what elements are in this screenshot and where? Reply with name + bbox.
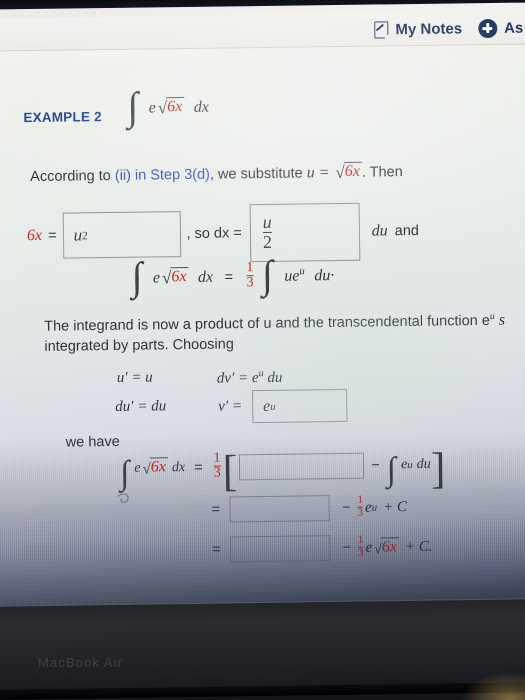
denominator: 3 [213,465,221,482]
square-root: √6x [372,536,400,557]
numerator: u [262,212,272,233]
answer-box-result-3[interactable] [230,535,331,563]
fraction-one-third: 1 3 [211,450,222,482]
ask-your-teacher-button[interactable]: As [477,18,524,38]
example-label: EXAMPLE 2 [23,109,102,126]
radicand: 6x [170,266,189,287]
e-exponent: u [407,458,413,471]
v-prime-label: v′ = [218,398,243,415]
equals-sign: = [224,269,234,286]
explanation-line-1: The integrand is now a product of u and … [44,311,505,336]
answer-box-v-prime[interactable]: eu [251,388,348,424]
my-notes-label: My Notes [395,19,463,38]
note-document-icon [374,20,389,39]
result-line-3: = − 1 3 e √6x + C. [212,534,433,563]
handwriting-mark-icon [117,493,129,504]
fraction-one-third: 1 3 [356,534,366,559]
square-root: √6x [156,97,185,117]
explanation-text: The integrand is now a product of u and … [44,312,491,335]
box-value [240,453,363,479]
we-have-label: we have [65,433,120,451]
plus-c: + C. [404,538,433,555]
numerator: 1 [357,494,363,507]
fraction-u-over-2: u 2 [261,212,274,252]
answer-box-result-2[interactable] [229,495,331,523]
minus-sign: − [341,499,351,517]
equals-sign: = [212,541,221,558]
integral-sign: ∫ [127,83,139,129]
integrand: ue [284,267,300,285]
page-toolbar: My Notes As [0,11,525,52]
box-value [231,536,329,561]
my-notes-button[interactable]: My Notes [374,19,463,39]
du-symbol: du [371,222,388,240]
webassign-page: My Notes As EXAMPLE 2 ∫ e √6x dx Accordi… [0,3,525,620]
macbook-air-branding: MacBook Air [38,655,124,670]
box1-value: u [73,225,83,245]
denominator: 3 [358,546,364,559]
radicand: 6x [343,161,362,181]
intro-after: , we substitute [209,165,307,183]
square-root: √6x [140,457,169,478]
u-prime-assignment: u′ = u [116,369,153,386]
v-box-exponent: u [270,400,276,413]
desk-light-glow [461,672,525,700]
explanation-line-2: integrated by parts. Choosing [44,336,234,355]
six-x-label: 6x [26,226,43,245]
equals-sign: = [211,501,221,518]
denominator: 2 [262,231,273,252]
intro-sentence: According to (ii) in Step 3(d), we subst… [30,161,403,186]
square-root: √6x [333,161,362,182]
so-dx-equals: , so dx = [186,225,242,243]
box-value [231,496,329,521]
du-prime-assignment: du′ = du [115,398,167,415]
and-word: and [394,222,420,240]
dx-symbol: dx [171,459,186,475]
equals-sign: = [194,459,203,476]
dx-symbol: dx [197,268,214,286]
answer-box-6x[interactable]: u2 [62,211,181,259]
explanation-tail: s [494,311,506,329]
numerator: 1 [357,534,364,547]
integral-sign: ∫ [131,253,143,299]
dx-symbol: dx [193,98,209,116]
plus-circle-icon [477,18,498,38]
plus-c: + C [383,498,408,515]
fraction-one-third: 1 3 [355,494,365,519]
integrand-exponent: u [299,265,305,278]
intro-then: . Then [361,164,403,181]
numerator: 1 [246,260,254,276]
du-symbol: du [416,456,431,472]
substitution-row: 6x = u2 , so dx = u 2 du and [27,202,420,265]
problem-statement: ∫ e √6x dx [127,84,209,129]
numerator: 1 [213,450,221,466]
denominator: 3 [246,275,254,291]
equals-sign: = [47,227,57,244]
intro-before: According to [30,167,115,186]
minus-sign: − [371,457,380,474]
ask-label: As [504,19,524,37]
du-symbol: du· [314,267,335,285]
minus-sign: − [342,539,352,556]
dv-prime-assignment: dv′ = eu du [216,368,283,387]
fraction-one-third: 1 3 [244,260,255,291]
rewritten-integral: ∫ e √6x dx = 1 3 ∫ ueu du· [131,252,335,299]
denominator: 3 [357,506,364,519]
v-prime-assignment: v′ = eu [218,388,348,424]
answer-box-result-1[interactable] [239,452,365,481]
square-root: √6x [160,266,189,287]
laptop-screen: My Notes As EXAMPLE 2 ∫ e √6x dx Accordi… [0,2,525,620]
step-3d-link[interactable]: (ii) in Step 3(d) [115,167,210,184]
e-exponent: u [371,501,378,514]
result-line-2: = − 1 3 eu + C [211,494,407,523]
u-equals: u = [306,164,334,182]
result-line-1: ∫ e √6x dx = 1 3 [ − ∫ eu du ] [120,443,446,495]
laptop-photo: My Notes As EXAMPLE 2 ∫ e √6x dx Accordi… [0,0,525,700]
integral-sign: ∫ [261,251,274,298]
box1-exponent: 2 [81,228,88,242]
radicand: 6x [166,97,185,117]
